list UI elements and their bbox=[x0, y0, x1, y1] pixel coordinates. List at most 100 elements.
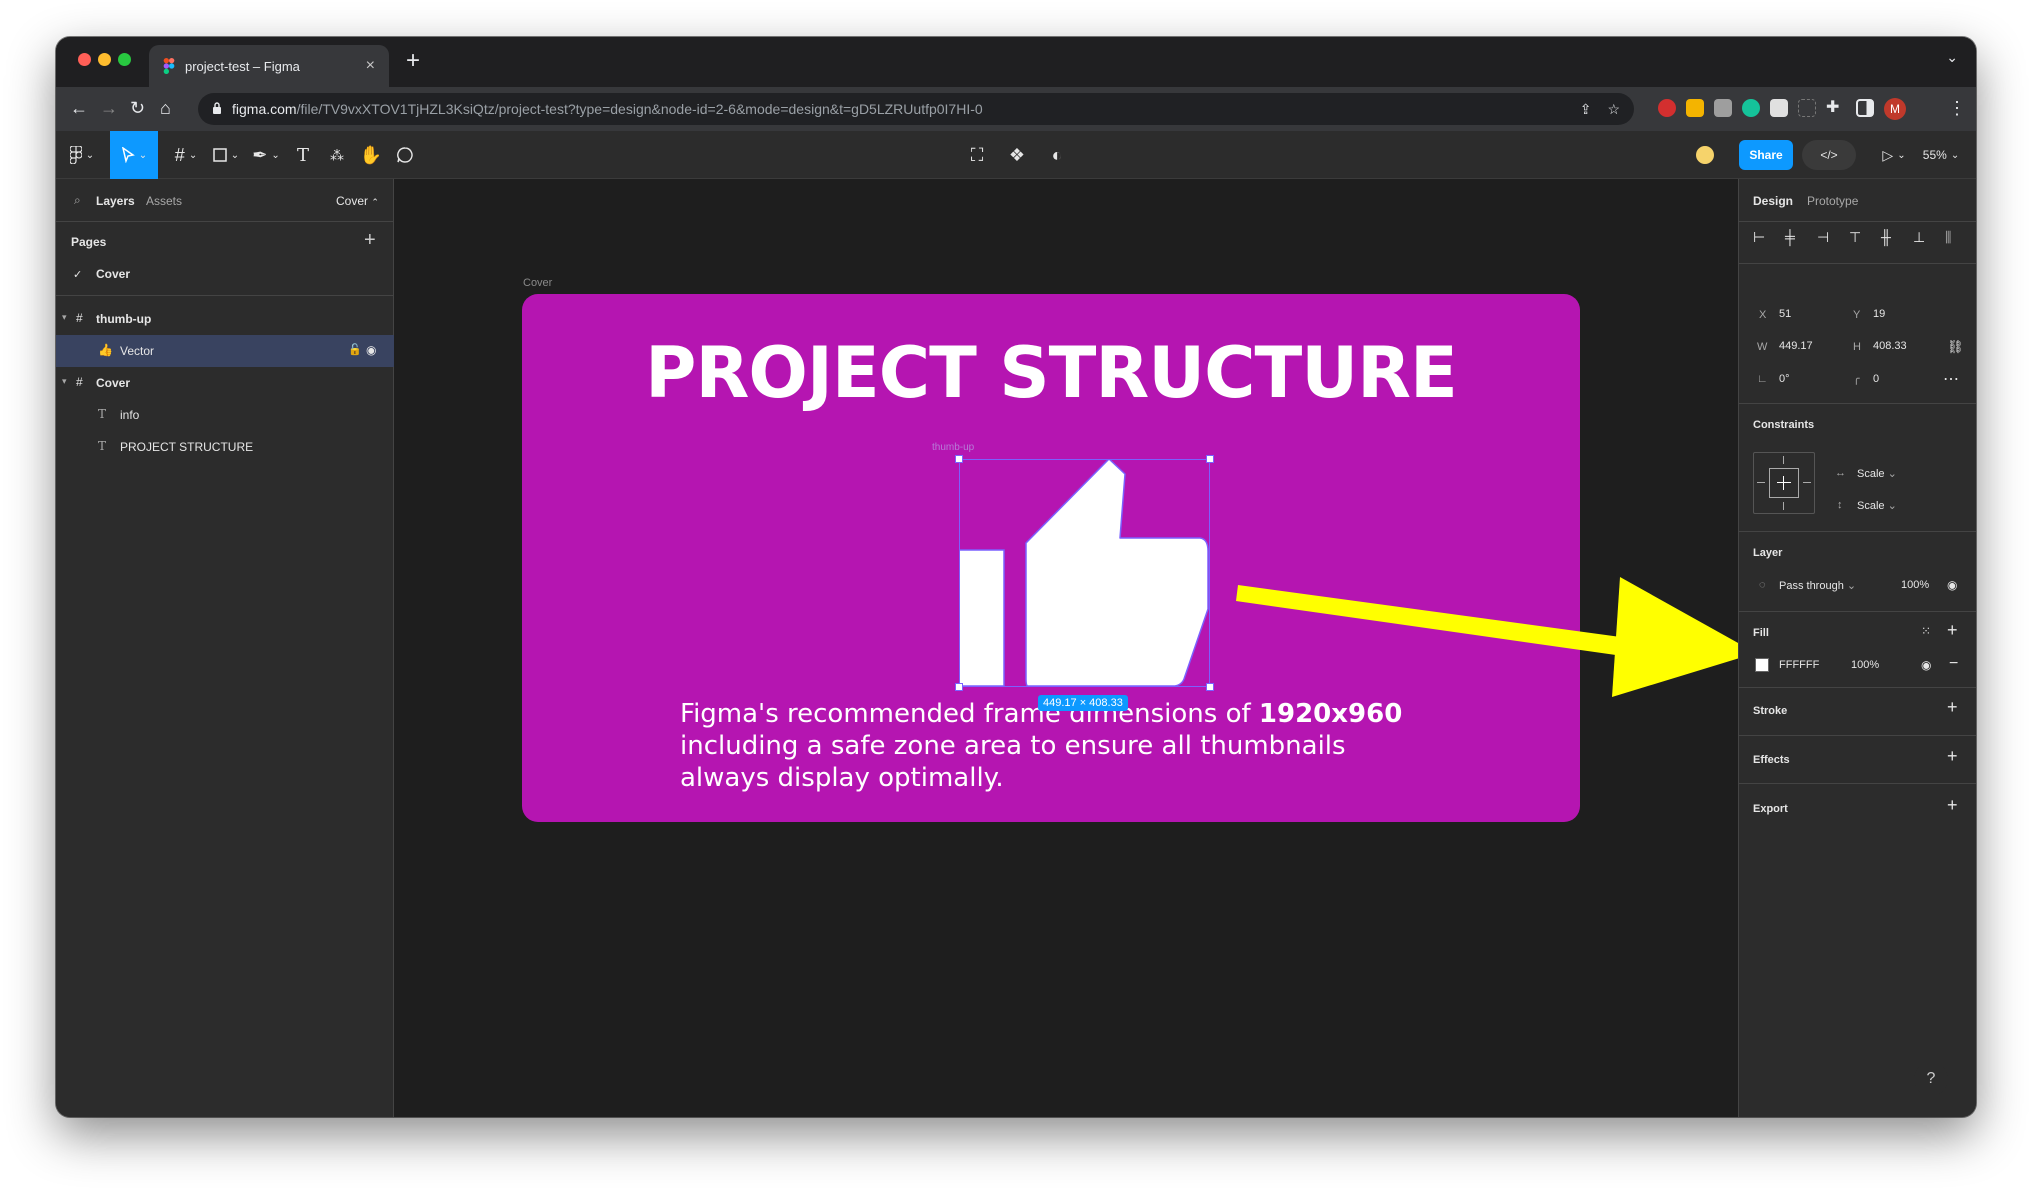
extension-red-icon[interactable] bbox=[1658, 99, 1676, 117]
align-center-vertical-icon[interactable]: ╫ bbox=[1881, 229, 1891, 245]
fill-hex-input[interactable]: FFFFFF bbox=[1779, 659, 1819, 671]
layer-row[interactable]: ▾ # thumb-up bbox=[56, 303, 394, 335]
extension-camera-icon[interactable] bbox=[1714, 99, 1732, 117]
extensions-puzzle-icon[interactable]: ✚ bbox=[1826, 97, 1839, 119]
resize-handle[interactable] bbox=[955, 683, 963, 691]
constraint-widget[interactable] bbox=[1753, 452, 1815, 514]
new-tab-icon[interactable]: + bbox=[406, 47, 420, 75]
style-grid-icon[interactable]: ⁙ bbox=[1921, 624, 1931, 638]
crop-frame-icon[interactable]: ⛶ bbox=[962, 131, 992, 179]
bookmark-star-icon[interactable]: ☆ bbox=[1607, 101, 1620, 118]
more-options-icon[interactable]: ⋯ bbox=[1943, 369, 1959, 389]
tab-search-icon[interactable]: ⌄ bbox=[1946, 49, 1958, 66]
fill-swatch[interactable] bbox=[1755, 658, 1769, 672]
extension-dashed-icon[interactable] bbox=[1798, 99, 1816, 117]
hand-tool-icon[interactable]: ✋ bbox=[356, 131, 386, 179]
layer-row[interactable]: T info bbox=[56, 399, 394, 431]
search-icon[interactable]: ⌕ bbox=[74, 193, 81, 208]
h-input[interactable]: 408.33 bbox=[1873, 340, 1907, 352]
tab-prototype[interactable]: Prototype bbox=[1807, 194, 1858, 208]
maximize-window-icon[interactable] bbox=[118, 53, 131, 66]
close-tab-icon[interactable]: × bbox=[366, 57, 375, 75]
layer-row[interactable]: T PROJECT STRUCTURE bbox=[56, 431, 394, 463]
text-tool-icon[interactable]: T bbox=[288, 131, 318, 179]
rotation-input[interactable]: 0° bbox=[1779, 373, 1790, 385]
shape-tool-icon[interactable]: ⌄ bbox=[206, 131, 246, 179]
layer-opacity-input[interactable]: 100% bbox=[1901, 579, 1929, 591]
layer-row[interactable]: ▾ # Cover bbox=[56, 367, 394, 399]
figma-favicon-icon bbox=[163, 58, 175, 74]
browser-tab[interactable]: project-test – Figma × bbox=[149, 45, 389, 87]
blend-mode-select[interactable]: Pass through ⌄ bbox=[1779, 579, 1856, 592]
profile-avatar[interactable]: M bbox=[1884, 98, 1906, 120]
x-input[interactable]: 51 bbox=[1779, 308, 1791, 320]
move-tool-icon[interactable]: ⌄ bbox=[110, 131, 158, 179]
comment-tool-icon[interactable] bbox=[390, 131, 420, 179]
pen-tool-icon[interactable]: ✒ ⌄ bbox=[246, 131, 286, 179]
vertical-constraint-select[interactable]: Scale ⌄ bbox=[1857, 499, 1897, 512]
tab-layers[interactable]: Layers bbox=[96, 194, 135, 208]
eye-icon[interactable]: ◉ bbox=[366, 343, 376, 357]
align-top-icon[interactable]: ⊤ bbox=[1849, 229, 1861, 246]
fill-visibility-eye-icon[interactable]: ◉ bbox=[1921, 658, 1931, 672]
zoom-menu[interactable]: 55% ⌄ bbox=[1916, 131, 1966, 179]
main-menu-icon[interactable]: ⌄ bbox=[62, 131, 102, 179]
extension-yellow-icon[interactable] bbox=[1686, 99, 1704, 117]
add-page-icon[interactable]: + bbox=[364, 229, 376, 252]
extension-grammarly-icon[interactable] bbox=[1742, 99, 1760, 117]
tab-assets[interactable]: Assets bbox=[146, 194, 182, 208]
component-icon[interactable]: ❖ bbox=[1002, 131, 1032, 179]
resize-handle[interactable] bbox=[955, 455, 963, 463]
frame-title[interactable]: PROJECT STRUCTURE bbox=[522, 332, 1580, 414]
align-right-icon[interactable]: ⊣ bbox=[1817, 229, 1829, 246]
frame-tool-icon[interactable]: # ⌄ bbox=[166, 131, 206, 179]
add-effect-icon[interactable]: + bbox=[1947, 746, 1958, 767]
corner-radius-input[interactable]: 0 bbox=[1873, 373, 1879, 385]
share-page-icon[interactable]: ⇪ bbox=[1580, 101, 1592, 118]
extension-page-icon[interactable] bbox=[1770, 99, 1788, 117]
add-export-icon[interactable]: + bbox=[1947, 795, 1958, 816]
align-left-icon[interactable]: ⊢ bbox=[1753, 229, 1765, 246]
page-selector[interactable]: Cover ⌃ bbox=[336, 194, 379, 208]
resize-handle[interactable] bbox=[1206, 455, 1214, 463]
unlock-icon[interactable]: 🔓 bbox=[348, 343, 362, 356]
w-input[interactable]: 449.17 bbox=[1779, 340, 1813, 352]
share-button[interactable]: Share bbox=[1739, 140, 1793, 170]
address-bar[interactable]: figma.com/file/TV9vxXTOV1TjHZL3KsiQtz/pr… bbox=[198, 93, 1634, 125]
add-fill-icon[interactable]: + bbox=[1947, 620, 1958, 641]
blend-mode-icon: ◌ bbox=[1759, 579, 1766, 591]
horizontal-constraint-select[interactable]: Scale ⌄ bbox=[1857, 467, 1897, 480]
forward-icon[interactable]: → bbox=[100, 97, 118, 119]
resize-handle[interactable] bbox=[1206, 683, 1214, 691]
y-input[interactable]: 19 bbox=[1873, 308, 1885, 320]
add-stroke-icon[interactable]: + bbox=[1947, 697, 1958, 718]
present-play-icon[interactable]: ▷ ⌄ bbox=[1876, 131, 1912, 179]
remove-fill-icon[interactable]: − bbox=[1949, 655, 1958, 673]
frame-body-text[interactable]: Figma's recommended frame dimensions of … bbox=[680, 698, 1440, 794]
constraints-heading: Constraints bbox=[1753, 419, 1815, 431]
frame-label[interactable]: Cover bbox=[523, 277, 552, 289]
layer-visibility-eye-icon[interactable]: ◉ bbox=[1947, 578, 1957, 592]
home-icon[interactable]: ⌂ bbox=[160, 97, 171, 119]
collaborator-avatar[interactable] bbox=[1692, 131, 1718, 179]
page-item-cover[interactable]: Cover bbox=[96, 267, 130, 281]
close-window-icon[interactable] bbox=[78, 53, 91, 66]
browser-menu-icon[interactable]: ⋮ bbox=[1948, 97, 1966, 119]
reload-icon[interactable]: ↻ bbox=[130, 97, 145, 119]
back-icon[interactable]: ← bbox=[70, 97, 88, 119]
distribute-icon[interactable]: ⫼ bbox=[1945, 229, 1951, 246]
layer-row-selected[interactable]: 👍 Vector 🔓 ◉ bbox=[56, 335, 394, 367]
align-center-horizontal-icon[interactable]: ╪ bbox=[1785, 229, 1795, 245]
side-panel-icon[interactable] bbox=[1856, 99, 1874, 117]
caret-down-icon[interactable]: ▾ bbox=[62, 376, 67, 387]
constrain-proportions-icon[interactable]: ⛓ bbox=[1947, 339, 1964, 355]
tab-design[interactable]: Design bbox=[1753, 194, 1793, 208]
minimize-window-icon[interactable] bbox=[98, 53, 111, 66]
resources-tool-icon[interactable]: ⁂ bbox=[322, 131, 352, 179]
align-bottom-icon[interactable]: ⊥ bbox=[1913, 229, 1925, 246]
help-button[interactable]: ? bbox=[1914, 1062, 1948, 1096]
dev-mode-toggle[interactable]: </> bbox=[1802, 140, 1856, 170]
caret-down-icon[interactable]: ▾ bbox=[62, 312, 67, 323]
fill-opacity-input[interactable]: 100% bbox=[1851, 659, 1879, 671]
mask-contrast-icon[interactable]: ◐ bbox=[1042, 131, 1072, 179]
